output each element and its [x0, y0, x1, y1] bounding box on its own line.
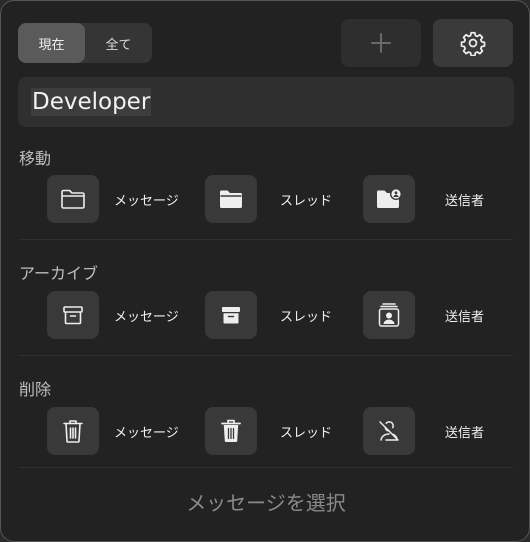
- archive-sender-label: 送信者: [445, 310, 485, 325]
- section-divider: [19, 467, 513, 468]
- person-slash-icon: [377, 419, 401, 443]
- tab-all[interactable]: 全て: [85, 23, 152, 63]
- delete-thread-button[interactable]: [205, 407, 257, 455]
- section-title-move: 移動: [19, 149, 52, 168]
- delete-sender-button[interactable]: [363, 407, 415, 455]
- trash-outline-icon: [62, 418, 84, 444]
- plus-icon: [370, 32, 392, 54]
- archive-filled-icon: [220, 304, 242, 326]
- scope-segmented-control: 現在 全て: [18, 23, 152, 63]
- select-message-button[interactable]: メッセージを選択: [1, 487, 529, 515]
- archive-sender-button[interactable]: [363, 291, 415, 339]
- section-title-delete: 削除: [19, 380, 52, 399]
- folder-outline-icon: [60, 188, 86, 210]
- search-input[interactable]: Developer: [18, 77, 514, 127]
- delete-sender-label: 送信者: [445, 426, 485, 441]
- settings-button[interactable]: [433, 19, 513, 67]
- trash-filled-icon: [220, 418, 242, 444]
- tab-current[interactable]: 現在: [18, 23, 85, 63]
- move-sender-button[interactable]: [363, 175, 415, 223]
- gear-icon: [460, 30, 486, 56]
- section-divider: [19, 239, 513, 240]
- archive-message-button[interactable]: [47, 291, 99, 339]
- search-input-value: Developer: [31, 88, 152, 116]
- section-divider: [19, 355, 513, 356]
- move-sender-label: 送信者: [445, 194, 485, 209]
- move-message-button[interactable]: [47, 175, 99, 223]
- action-panel: 現在 全て Developer 移動 メッセージ スレッド 送信者 アーカイブ …: [0, 0, 530, 542]
- move-thread-button[interactable]: [205, 175, 257, 223]
- section-title-archive: アーカイブ: [19, 264, 99, 283]
- archive-outline-icon: [62, 304, 84, 326]
- delete-message-label: メッセージ: [114, 426, 179, 441]
- add-button[interactable]: [341, 19, 421, 67]
- contact-card-icon: [377, 302, 401, 328]
- archive-message-label: メッセージ: [114, 310, 179, 325]
- archive-thread-label: スレッド: [280, 310, 333, 325]
- folder-filled-icon: [218, 188, 244, 210]
- folder-person-icon: [375, 187, 403, 211]
- archive-thread-button[interactable]: [205, 291, 257, 339]
- delete-message-button[interactable]: [47, 407, 99, 455]
- move-thread-label: スレッド: [280, 194, 333, 209]
- move-message-label: メッセージ: [114, 194, 179, 209]
- delete-thread-label: スレッド: [280, 426, 333, 441]
